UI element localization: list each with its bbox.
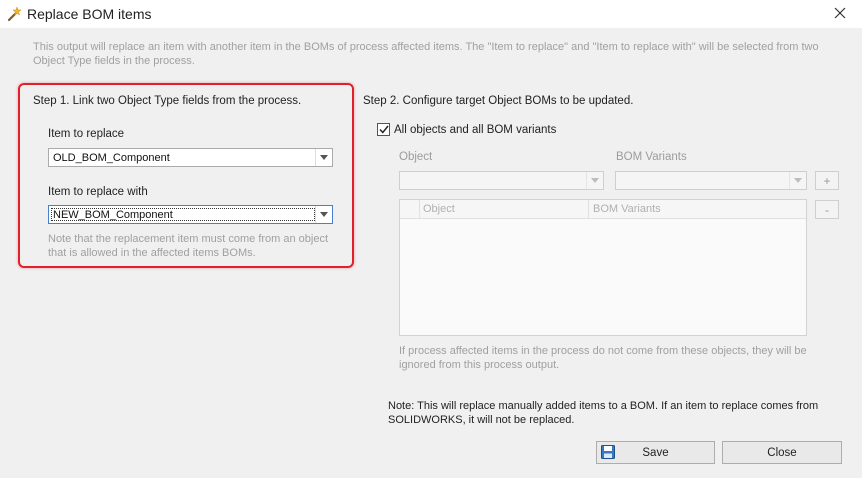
plus-icon: + [823, 173, 831, 188]
title-bar: Replace BOM items [0, 0, 862, 28]
item-to-replace-with-dropdown[interactable]: NEW_BOM_Component [48, 205, 333, 224]
window-title: Replace BOM items [27, 6, 152, 22]
grid-column-bom-variants[interactable]: BOM Variants [593, 203, 661, 215]
all-objects-label[interactable]: All objects and all BOM variants [394, 124, 556, 136]
grid-header: Object BOM Variants [400, 200, 806, 219]
checkmark-icon [378, 125, 389, 134]
item-to-replace-with-value: NEW_BOM_Component [53, 209, 173, 221]
object-dropdown[interactable] [399, 171, 604, 190]
close-icon [834, 7, 846, 19]
chevron-down-icon [586, 172, 603, 189]
bom-variants-dropdown[interactable] [615, 171, 807, 190]
objects-info-note: If process affected items in the process… [399, 345, 807, 371]
grid-column-object[interactable]: Object [423, 203, 455, 215]
intro-text: This output will replace an item with an… [33, 41, 819, 67]
step1-title: Step 1. Link two Object Type fields from… [33, 95, 302, 107]
chevron-down-icon [789, 172, 806, 189]
remove-row-button[interactable]: - [815, 200, 839, 219]
object-label: Object [399, 151, 433, 163]
floppy-disk-icon [601, 445, 615, 459]
footer-note: Note: This will replace manually added i… [388, 400, 819, 426]
replacement-note: Note that the replacement item must come… [48, 233, 329, 259]
step2-title: Step 2. Configure target Object BOMs to … [363, 95, 634, 107]
close-window-button[interactable] [826, 2, 854, 24]
item-to-replace-label: Item to replace [48, 128, 125, 140]
row-selector-header [400, 200, 420, 218]
save-button-label: Save [642, 446, 669, 459]
chevron-down-icon[interactable] [315, 206, 332, 223]
minus-icon: - [825, 202, 829, 217]
bom-variants-label: BOM Variants [616, 151, 687, 163]
item-to-replace-value: OLD_BOM_Component [53, 152, 170, 164]
add-row-button[interactable]: + [815, 171, 839, 190]
target-objects-grid[interactable]: Object BOM Variants [399, 199, 807, 336]
close-button[interactable]: Close [722, 441, 842, 464]
magic-wand-icon [6, 6, 22, 22]
item-to-replace-dropdown[interactable]: OLD_BOM_Component [48, 148, 333, 167]
all-objects-checkbox[interactable] [377, 123, 390, 136]
item-to-replace-with-label: Item to replace with [48, 186, 148, 198]
save-button[interactable]: Save [596, 441, 715, 464]
close-button-label: Close [767, 446, 797, 459]
chevron-down-icon[interactable] [315, 149, 332, 166]
